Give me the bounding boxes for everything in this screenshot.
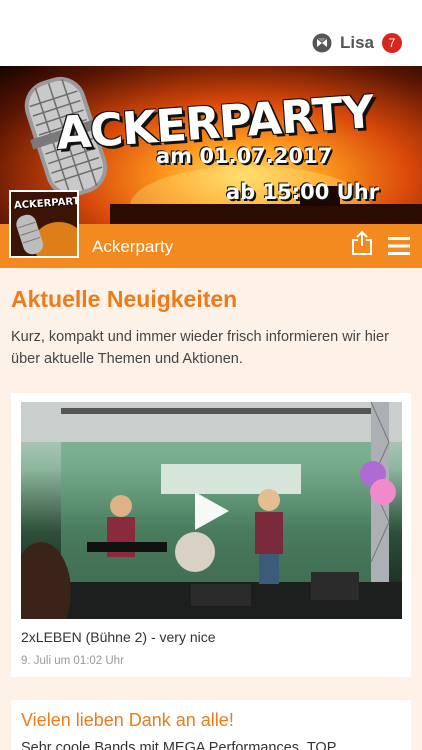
video-thumbnail[interactable]: [21, 402, 402, 619]
post-text: Sehr coole Bands mit MEGA Performances. …: [21, 740, 337, 750]
banner-date: am 01.07.2017: [156, 144, 333, 168]
play-icon[interactable]: [193, 490, 231, 532]
page-avatar[interactable]: ACKERPARTY: [9, 190, 79, 258]
user-name[interactable]: Lisa: [340, 33, 374, 53]
page-name: Ackerparty: [92, 237, 174, 256]
notification-badge[interactable]: 7: [382, 33, 402, 53]
post-card[interactable]: Vielen lieben Dank an alle! Sehr coole B…: [11, 700, 411, 750]
hamburger-menu-icon[interactable]: [388, 236, 410, 256]
top-bar: Lisa 7: [0, 0, 422, 66]
banner-time: ab 15:00 Uhr: [226, 180, 380, 204]
post-card[interactable]: 2xLEBEN (Bühne 2) - very nice 9. Juli um…: [11, 393, 411, 677]
app-logo-icon: [312, 33, 332, 53]
share-icon[interactable]: [350, 230, 374, 256]
post-title[interactable]: 2xLEBEN (Bühne 2) - very nice: [21, 629, 216, 645]
post-date: 9. Juli um 01:02 Uhr: [21, 655, 124, 667]
post-title[interactable]: Vielen lieben Dank an alle!: [21, 710, 234, 731]
section-title: Aktuelle Neuigkeiten: [11, 286, 238, 312]
user-menu[interactable]: Lisa 7: [312, 33, 402, 53]
section-description: Kurz, kompakt und immer wieder frisch in…: [11, 329, 389, 367]
